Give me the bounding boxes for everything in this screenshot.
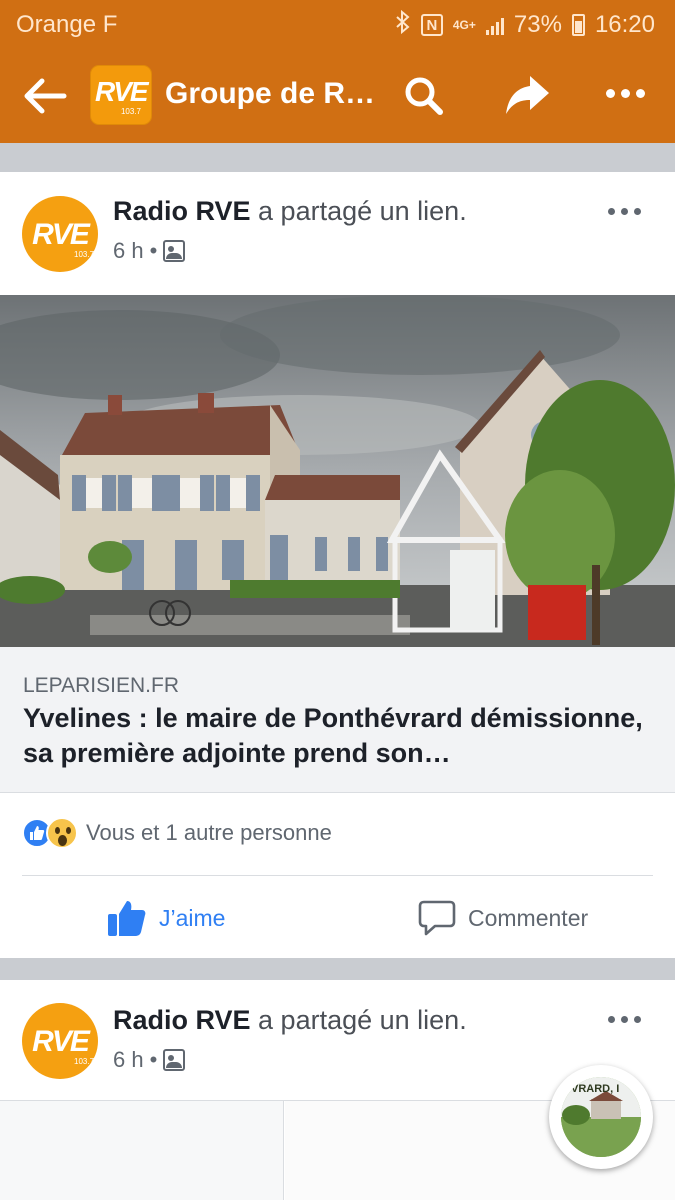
logo-text: RVE	[95, 76, 149, 107]
post-time[interactable]: 6 h	[113, 1047, 144, 1073]
post-options-button[interactable]	[603, 1008, 645, 1030]
back-button[interactable]	[20, 73, 70, 119]
comment-icon	[418, 900, 456, 936]
link-domain: LEPARISIEN.FR	[23, 674, 179, 697]
author-name[interactable]: Radio RVE	[113, 196, 251, 226]
post-action-text: a partagé un lien.	[250, 196, 467, 226]
page-title[interactable]: Groupe de R…	[165, 77, 375, 111]
link-title: Yvelines : le maire de Ponthévrard démis…	[23, 703, 643, 768]
wow-reaction-icon	[46, 817, 78, 849]
chat-head-thumbnail: VRARD, I	[561, 1077, 641, 1157]
post-time[interactable]: 6 h	[113, 238, 144, 264]
more-icon	[600, 78, 650, 108]
post-meta: 6 h •	[113, 1047, 186, 1073]
meta-separator: •	[149, 1047, 158, 1072]
avatar[interactable]: RVE 103.7	[22, 196, 98, 272]
more-icon	[603, 200, 645, 222]
like-button[interactable]: J’aime	[107, 893, 225, 943]
post-meta: 6 h •	[113, 238, 186, 264]
search-icon	[405, 77, 443, 115]
link-preview[interactable]: LEPARISIEN.FR Yvelines : le maire de Pon…	[0, 647, 675, 793]
app-bar: RVE 103.7 Groupe de R…	[0, 50, 675, 143]
group-logo[interactable]: RVE 103.7	[90, 65, 152, 125]
battery-percent: 73%	[513, 11, 562, 38]
like-label: J’aime	[159, 904, 226, 931]
image-panel-left	[0, 1101, 284, 1200]
logo-subtext: 103.7	[120, 107, 141, 116]
meta-separator: •	[149, 238, 158, 263]
audience-icon	[163, 240, 186, 262]
signal-icon	[485, 15, 504, 35]
avatar[interactable]: RVE 103.7	[22, 1003, 98, 1079]
avatar-text: RVE	[32, 1025, 90, 1058]
post-options-button[interactable]	[603, 200, 645, 222]
link-preview-image[interactable]	[0, 295, 675, 647]
author-name[interactable]: Radio RVE	[113, 1005, 251, 1035]
comment-label: Commenter	[468, 904, 589, 931]
post-author-line: Radio RVE a partagé un lien.	[113, 1005, 467, 1036]
avatar-subtext: 103.7	[74, 1057, 95, 1066]
audience-icon	[163, 1049, 186, 1071]
avatar-text: RVE	[32, 218, 90, 251]
status-bar: Orange F N 4G+ 73% 16:20	[0, 0, 675, 50]
floating-chat-head[interactable]: VRARD, I	[549, 1065, 653, 1169]
post-author-line: Radio RVE a partagé un lien.	[113, 196, 467, 227]
post-action-text: a partagé un lien.	[250, 1005, 467, 1035]
status-icons: N 4G+ 73% 16:20	[395, 9, 655, 40]
carrier-label: Orange F	[16, 11, 118, 38]
share-icon	[506, 76, 549, 114]
nfc-icon: N	[420, 14, 443, 36]
search-button[interactable]	[402, 74, 446, 118]
reactions-summary[interactable]: Vous et 1 autre personne	[22, 815, 332, 851]
network-type: 4G+	[452, 18, 476, 32]
post-header: RVE 103.7 Radio RVE a partagé un lien. 6…	[0, 172, 675, 292]
bluetooth-icon	[395, 9, 411, 40]
share-button[interactable]	[502, 72, 552, 118]
divider	[22, 875, 653, 876]
battery-icon	[571, 14, 585, 36]
thumbs-up-icon	[108, 901, 146, 936]
back-arrow-icon	[24, 78, 67, 114]
more-options-button[interactable]	[600, 78, 650, 108]
avatar-subtext: 103.7	[74, 250, 95, 259]
reactions-text: Vous et 1 autre personne	[86, 820, 332, 845]
chat-head-label: VRARD, I	[571, 1083, 620, 1095]
more-icon	[603, 1008, 645, 1030]
comment-button[interactable]: Commenter	[418, 893, 588, 943]
clock: 16:20	[594, 11, 655, 38]
